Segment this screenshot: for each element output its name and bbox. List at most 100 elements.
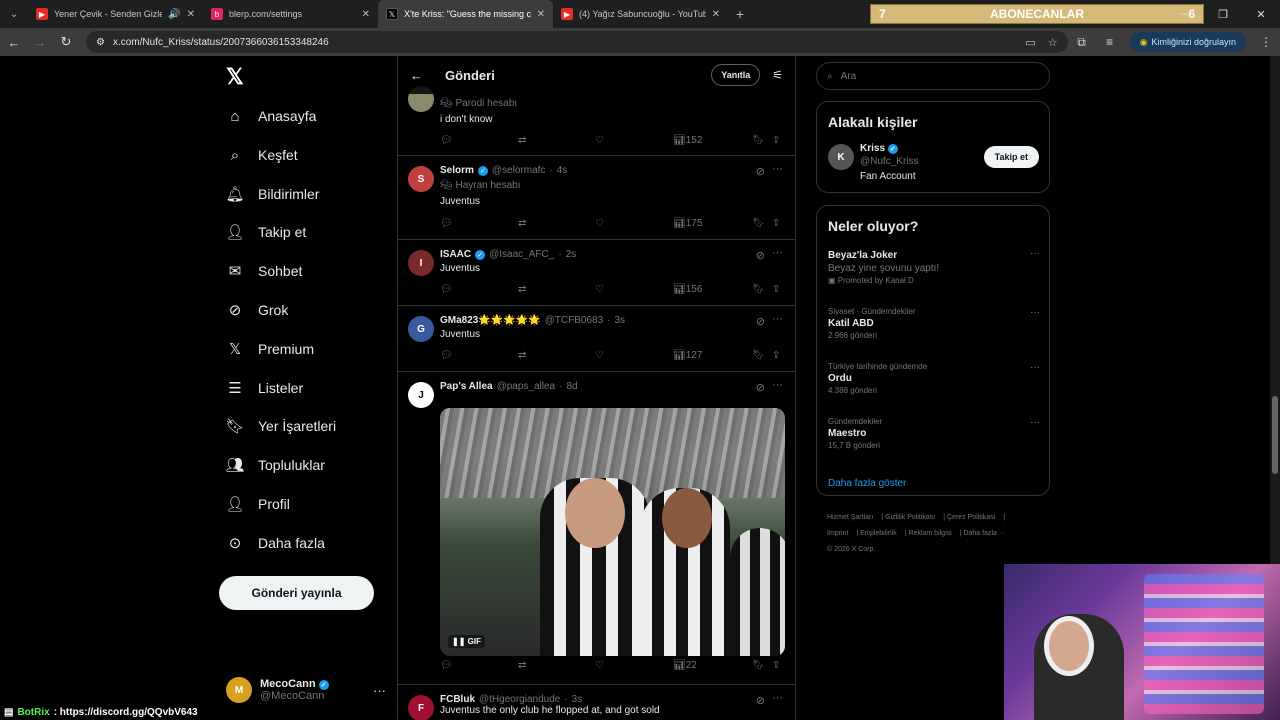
grok-explain-icon[interactable]: ⊘ <box>756 381 765 394</box>
like-icon[interactable]: ♡ <box>595 660 604 671</box>
bookmark-icon[interactable]: 🔖︎ <box>752 284 765 295</box>
browser-tab[interactable]: ▶ Yener Çevik - Senden Gizle 🔊 ✕ <box>28 0 203 28</box>
restore-icon[interactable]: ❐ <box>1204 0 1242 28</box>
nav-item-notifications[interactable]: 🔔︎ Bildirimler <box>225 179 319 209</box>
media-controls-icon[interactable]: ≡ <box>1096 35 1124 49</box>
share-icon[interactable]: ⇪ <box>772 284 780 295</box>
like-icon[interactable]: ♡ <box>595 218 604 229</box>
browser-tab[interactable]: ▶ (4) Yağız Sabuncuoğlu - YouTub ✕ <box>553 0 728 28</box>
footer-link[interactable]: Erişilebilirlik <box>860 530 897 537</box>
more-dots-icon[interactable]: ··· <box>772 313 783 325</box>
views-icon[interactable]: 📊︎ 156 <box>673 284 702 295</box>
more-dots-icon[interactable]: ··· <box>373 683 386 698</box>
share-icon[interactable]: ⇪ <box>772 135 780 146</box>
nav-item-follow[interactable]: 👤︎ Takip et <box>225 217 306 247</box>
trend-item[interactable]: Beyaz'la Joker Beyaz yine şovunu yaptı! … <box>828 248 1040 285</box>
more-dots-icon[interactable]: ··· <box>772 692 783 704</box>
nav-item-grok[interactable]: ⊘ Grok <box>226 295 289 325</box>
author-name[interactable]: ISAAC <box>440 249 471 260</box>
browser-tab-active[interactable]: 𝕏 X'te Kriss: "Guess the missing c ✕ <box>378 0 553 28</box>
reply-icon[interactable]: 💬︎ <box>440 135 453 146</box>
author-name[interactable]: Selorm <box>440 165 474 176</box>
reload-icon[interactable]: ↻ <box>54 30 78 54</box>
tweet[interactable]: G GMa823🌟🌟🌟🌟🌟 @TCFB0683 · 3s ⊘ ··· Juventus… <box>398 306 795 372</box>
nav-item-home[interactable]: ⌂ Anasayfa <box>226 101 316 131</box>
minimize-icon[interactable]: — <box>1166 0 1204 28</box>
tab-close-icon[interactable]: ✕ <box>537 9 545 20</box>
person-name[interactable]: Kriss <box>860 143 885 154</box>
trend-item[interactable]: Siyaset · Gündemdekiler Katil ABD 2.966 … <box>828 307 1040 340</box>
gif-media[interactable]: ❚❚ GIF <box>440 408 785 656</box>
trend-item[interactable]: Gündemdekiler Maestro 15,7 B gönderi ··· <box>828 417 1040 450</box>
trend-item[interactable]: Türkiye tarihinde gündemde Ordu 4.388 gö… <box>828 362 1040 395</box>
footer-link[interactable]: Reklam bilgisi <box>909 530 952 537</box>
bookmark-icon[interactable]: 🔖︎ <box>752 218 765 229</box>
more-dots-icon[interactable]: ··· <box>1030 417 1040 428</box>
share-icon[interactable]: ⇪ <box>772 218 780 229</box>
views-icon[interactable]: 📊︎ 175 <box>673 218 702 229</box>
retweet-icon[interactable]: ⇄ <box>518 284 526 295</box>
bookmark-icon[interactable]: 🔖︎ <box>752 350 765 361</box>
more-dots-icon[interactable]: ··· <box>772 247 783 259</box>
author-handle[interactable]: @TCFB0683 <box>545 315 604 326</box>
tweet-time[interactable]: 4s <box>557 165 568 176</box>
grok-explain-icon[interactable]: ⊘ <box>756 315 765 328</box>
new-tab-button[interactable]: + <box>728 6 752 22</box>
follow-button[interactable]: Takip et <box>983 146 1039 168</box>
more-dots-icon[interactable]: ··· <box>1030 307 1040 318</box>
author-handle[interactable]: @tHgeorgiandude <box>479 694 560 705</box>
tweet[interactable]: I ISAAC ✓ @Isaac_AFC_ · 2s ⊘ ··· Juventus 💬︎… <box>398 240 795 306</box>
more-dots-icon[interactable]: ··· <box>1030 248 1040 259</box>
tweet[interactable]: J Pap's Allea @paps_allea · 8d ⊘ ··· ❚❚ GIF… <box>398 372 795 685</box>
nav-item-messages[interactable]: ✉ Sohbet <box>226 256 303 286</box>
reply-icon[interactable]: 💬︎ <box>440 284 453 295</box>
footer-link[interactable]: Gizlilik Politikası <box>885 514 935 521</box>
author-name[interactable]: GMa823🌟🌟🌟🌟🌟 <box>440 315 541 326</box>
forward-icon[interactable]: → <box>28 30 52 54</box>
x-logo-icon[interactable]: 𝕏 <box>226 64 244 90</box>
more-dots-icon[interactable]: ··· <box>772 379 783 391</box>
retweet-icon[interactable]: ⇄ <box>518 218 526 229</box>
scrollbar-thumb[interactable] <box>1272 396 1278 474</box>
tab-search-dropdown[interactable]: ⌄ <box>0 0 28 28</box>
nav-item-lists[interactable]: ☰ Listeler <box>226 373 303 403</box>
browser-tab[interactable]: b blerp.com/settings ✕ <box>203 0 378 28</box>
tab-close-icon[interactable]: ✕ <box>712 9 720 20</box>
tweet-time[interactable]: 8d <box>566 381 577 392</box>
tweet[interactable]: F FCBluk @tHgeorgiandude · 3s ⊘ ··· Juventu… <box>398 685 795 720</box>
footer-link[interactable]: Hizmet Şartları <box>827 514 873 521</box>
bookmark-star-icon[interactable]: ☆ <box>1048 36 1058 49</box>
like-icon[interactable]: ♡ <box>595 284 604 295</box>
tweet-time[interactable]: 3s <box>614 315 625 326</box>
nav-item-profile[interactable]: 👤︎ Profil <box>225 489 289 519</box>
tweet[interactable]: S Selorm ✓ @selormafc · 4s ⊘ ··· 🎭︎ Hayran h… <box>398 156 795 240</box>
sort-settings-icon[interactable]: ⚟ <box>772 68 783 82</box>
bookmark-icon[interactable]: 🔖︎ <box>752 660 765 671</box>
footer-link[interactable]: Daha fazla ··· <box>963 530 1005 537</box>
reply-button[interactable]: Yanıtla <box>711 64 761 86</box>
grok-explain-icon[interactable]: ⊘ <box>756 165 765 178</box>
reply-icon[interactable]: 💬︎ <box>440 350 453 361</box>
tab-audio-icon[interactable]: 🔊 <box>168 9 180 20</box>
verify-identity-button[interactable]: ◉ Kimliğinizi doğrulayın <box>1129 32 1246 52</box>
tab-close-icon[interactable]: ✕ <box>187 9 195 20</box>
author-handle[interactable]: @selormafc <box>492 165 546 176</box>
reply-icon[interactable]: 💬︎ <box>440 660 453 671</box>
tab-close-icon[interactable]: ✕ <box>362 9 370 20</box>
grok-explain-icon[interactable]: ⊘ <box>756 249 765 262</box>
author-handle[interactable]: @Isaac_AFC_ <box>489 249 554 260</box>
back-arrow-icon[interactable]: ← <box>410 68 434 83</box>
footer-link[interactable]: Imprint <box>827 530 848 537</box>
extensions-icon[interactable]: ⧉ <box>1068 35 1096 50</box>
share-icon[interactable]: ⇪ <box>772 660 780 671</box>
more-dots-icon[interactable]: ··· <box>1030 362 1040 373</box>
author-name[interactable]: Pap's Allea <box>440 381 493 392</box>
views-icon[interactable]: 📊︎ 127 <box>673 350 702 361</box>
views-icon[interactable]: 📊︎ 22 <box>673 660 697 671</box>
retweet-icon[interactable]: ⇄ <box>518 135 526 146</box>
retweet-icon[interactable]: ⇄ <box>518 660 526 671</box>
nav-item-premium[interactable]: 𝕏 Premium <box>226 334 314 364</box>
cast-icon[interactable]: ▭ <box>1025 36 1035 49</box>
tweet-time[interactable]: 3s <box>572 694 583 705</box>
back-icon[interactable]: ← <box>2 30 26 54</box>
